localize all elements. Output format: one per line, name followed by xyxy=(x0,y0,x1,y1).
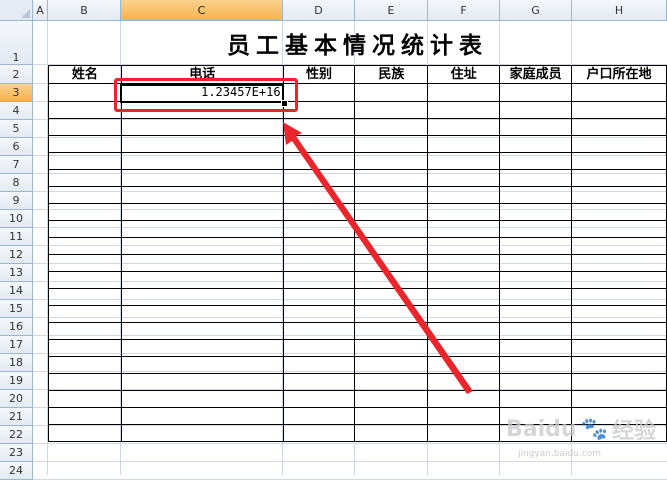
watermark-suffix: 经验 xyxy=(611,419,656,444)
watermark: Baidu 🐾 经验 jingyan.baidu.com xyxy=(506,409,656,460)
watermark-paw-icon: 🐾 xyxy=(580,416,608,442)
watermark-brand: Baidu xyxy=(506,416,577,442)
spreadsheet[interactable]: ABCDEFGH 1 2 3 4 5 6 7 8 9 10 11 12 13 14 15 16 17 18 19 20… xyxy=(0,0,667,480)
watermark-url: jingyan.baidu.com xyxy=(518,449,602,459)
annotation-arrow xyxy=(283,122,473,394)
